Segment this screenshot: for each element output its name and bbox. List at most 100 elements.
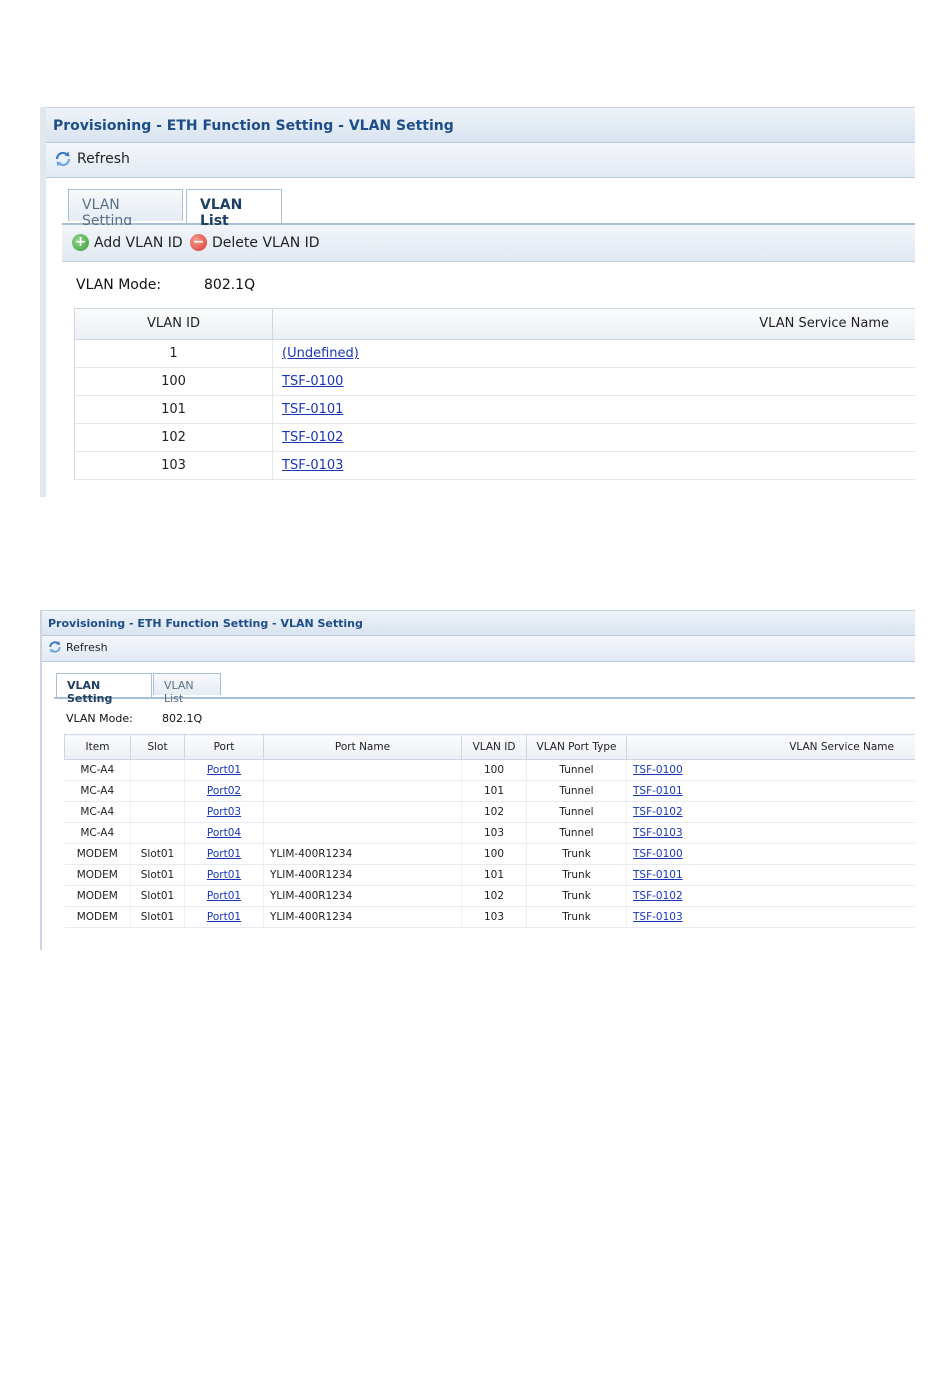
vlan-port-type-cell: Tunnel [526,759,627,781]
port-link[interactable]: Port04 [207,827,241,839]
panel-title-bar: Provisioning - ETH Function Setting - VL… [42,610,915,636]
vlan-id-cell: 101 [75,396,273,423]
port-name-cell: YLIM-400R1234 [263,864,462,886]
vlan-service-link[interactable]: TSF-0100 [633,848,683,860]
tab-vlan-list[interactable]: VLAN List [153,673,221,705]
panel-title: Provisioning - ETH Function Setting - VL… [53,118,454,134]
port-link[interactable]: Port01 [207,764,241,776]
vlan-service-link[interactable]: TSF-0103 [282,452,343,479]
port-link[interactable]: Port02 [207,785,241,797]
refresh-button[interactable]: Refresh [54,150,130,168]
column-header-slot[interactable]: Slot [130,734,185,760]
port-name-cell [263,801,462,823]
vlan-service-link[interactable]: TSF-0101 [633,785,683,797]
vlan-port-type-cell: Tunnel [526,822,627,844]
vlan-setting-table: Item Slot Port Port Name VLAN ID VLAN Po… [64,734,915,928]
table-row: 101 TSF-0101 [75,396,915,424]
add-circle-icon: + [72,234,89,251]
table-row: MODEM Slot01 Port01 YLIM-400R1234 101 Tr… [64,864,915,886]
table-row: MODEM Slot01 Port01 YLIM-400R1234 100 Tr… [64,843,915,865]
port-name-cell: YLIM-400R1234 [263,843,462,865]
refresh-label: Refresh [66,640,108,654]
vlan-service-link[interactable]: TSF-0103 [633,827,683,839]
panel-title: Provisioning - ETH Function Setting - VL… [48,617,363,630]
vlan-id-cell: 101 [461,864,527,886]
table-row: 102 TSF-0102 [75,424,915,452]
port-name-cell: YLIM-400R1234 [263,906,462,928]
vlan-port-type-cell: Trunk [526,864,627,886]
table-row: MC-A4 Port01 100 Tunnel TSF-0100 [64,759,915,781]
vlan-service-link[interactable]: TSF-0102 [633,806,683,818]
vlan-id-cell: 102 [461,885,527,907]
item-cell: MODEM [64,843,131,865]
tab-vlan-list[interactable]: VLAN List [186,189,282,229]
add-vlan-id-label: Add VLAN ID [94,234,183,251]
vlan-port-type-cell: Tunnel [526,780,627,802]
vlan-service-link[interactable]: TSF-0100 [633,764,683,776]
table-row: 103 TSF-0103 [75,452,915,480]
slot-cell [130,759,185,781]
table-row: MODEM Slot01 Port01 YLIM-400R1234 103 Tr… [64,906,915,928]
table-row: MODEM Slot01 Port01 YLIM-400R1234 102 Tr… [64,885,915,907]
table-row: MC-A4 Port02 101 Tunnel TSF-0101 [64,780,915,802]
delete-vlan-id-button[interactable]: − Delete VLAN ID [190,234,320,251]
vlan-id-cell: 1 [75,340,273,367]
port-link[interactable]: Port01 [207,869,241,881]
vlan-id-cell: 100 [75,368,273,395]
vlan-mode-label: VLAN Mode: [66,712,133,725]
column-header-port-name[interactable]: Port Name [263,734,462,760]
port-name-cell [263,759,462,781]
vlan-service-link[interactable]: TSF-0101 [282,396,343,423]
vlan-service-link[interactable]: TSF-0100 [282,368,343,395]
port-link[interactable]: Port03 [207,806,241,818]
refresh-icon [55,151,71,167]
vlan-service-link[interactable]: (Undefined) [282,340,359,367]
vlan-id-cell: 103 [461,906,527,928]
port-name-cell: YLIM-400R1234 [263,885,462,907]
item-cell: MODEM [64,885,131,907]
vlan-service-link[interactable]: TSF-0102 [282,424,343,451]
panel-title-bar: Provisioning - ETH Function Setting - VL… [46,107,915,143]
port-link[interactable]: Port01 [207,848,241,860]
tab-strip: VLAN Setting VLAN List [62,189,915,229]
port-link[interactable]: Port01 [207,890,241,902]
column-header-vlan-service-name[interactable]: VLAN Service Name [759,309,889,339]
table-header: Item Slot Port Port Name VLAN ID VLAN Po… [64,734,915,760]
item-cell: MC-A4 [64,801,131,823]
refresh-button[interactable]: Refresh [48,640,108,654]
item-cell: MODEM [64,906,131,928]
port-link[interactable]: Port01 [207,911,241,923]
vlan-service-link[interactable]: TSF-0103 [633,911,683,923]
column-header-vlan-id[interactable]: VLAN ID [75,309,273,339]
port-name-cell [263,822,462,844]
item-cell: MODEM [64,864,131,886]
vlan-service-link[interactable]: TSF-0101 [633,869,683,881]
slot-cell: Slot01 [130,885,185,907]
tab-vlan-setting[interactable]: VLAN Setting [56,673,152,705]
vlan-list-panel: Provisioning - ETH Function Setting - VL… [40,107,915,497]
vlan-id-cell: 100 [461,843,527,865]
delete-vlan-id-label: Delete VLAN ID [212,234,320,251]
table-row: 1 (Undefined) [75,340,915,368]
port-name-cell [263,780,462,802]
column-header-vlan-port-type[interactable]: VLAN Port Type [526,734,627,760]
slot-cell [130,822,185,844]
add-vlan-id-button[interactable]: + Add VLAN ID [72,234,183,251]
vlan-setting-panel: Provisioning - ETH Function Setting - VL… [40,610,915,950]
column-header-vlan-id[interactable]: VLAN ID [461,734,527,760]
item-cell: MC-A4 [64,759,131,781]
refresh-label: Refresh [77,151,130,167]
item-cell: MC-A4 [64,780,131,802]
toolbar: Refresh [42,636,915,662]
vlan-id-cell: 101 [461,780,527,802]
column-header-vlan-service-name[interactable]: VLAN Service Name [626,734,915,760]
vlan-mode-value: 802.1Q [162,712,203,725]
tab-strip: VLAN Setting VLAN List [54,673,915,705]
column-header-port[interactable]: Port [184,734,264,760]
tab-vlan-setting[interactable]: VLAN Setting [68,189,183,229]
vlan-port-type-cell: Trunk [526,885,627,907]
delete-circle-icon: − [190,234,207,251]
column-header-item[interactable]: Item [64,734,131,760]
vlan-service-link[interactable]: TSF-0102 [633,890,683,902]
slot-cell: Slot01 [130,864,185,886]
